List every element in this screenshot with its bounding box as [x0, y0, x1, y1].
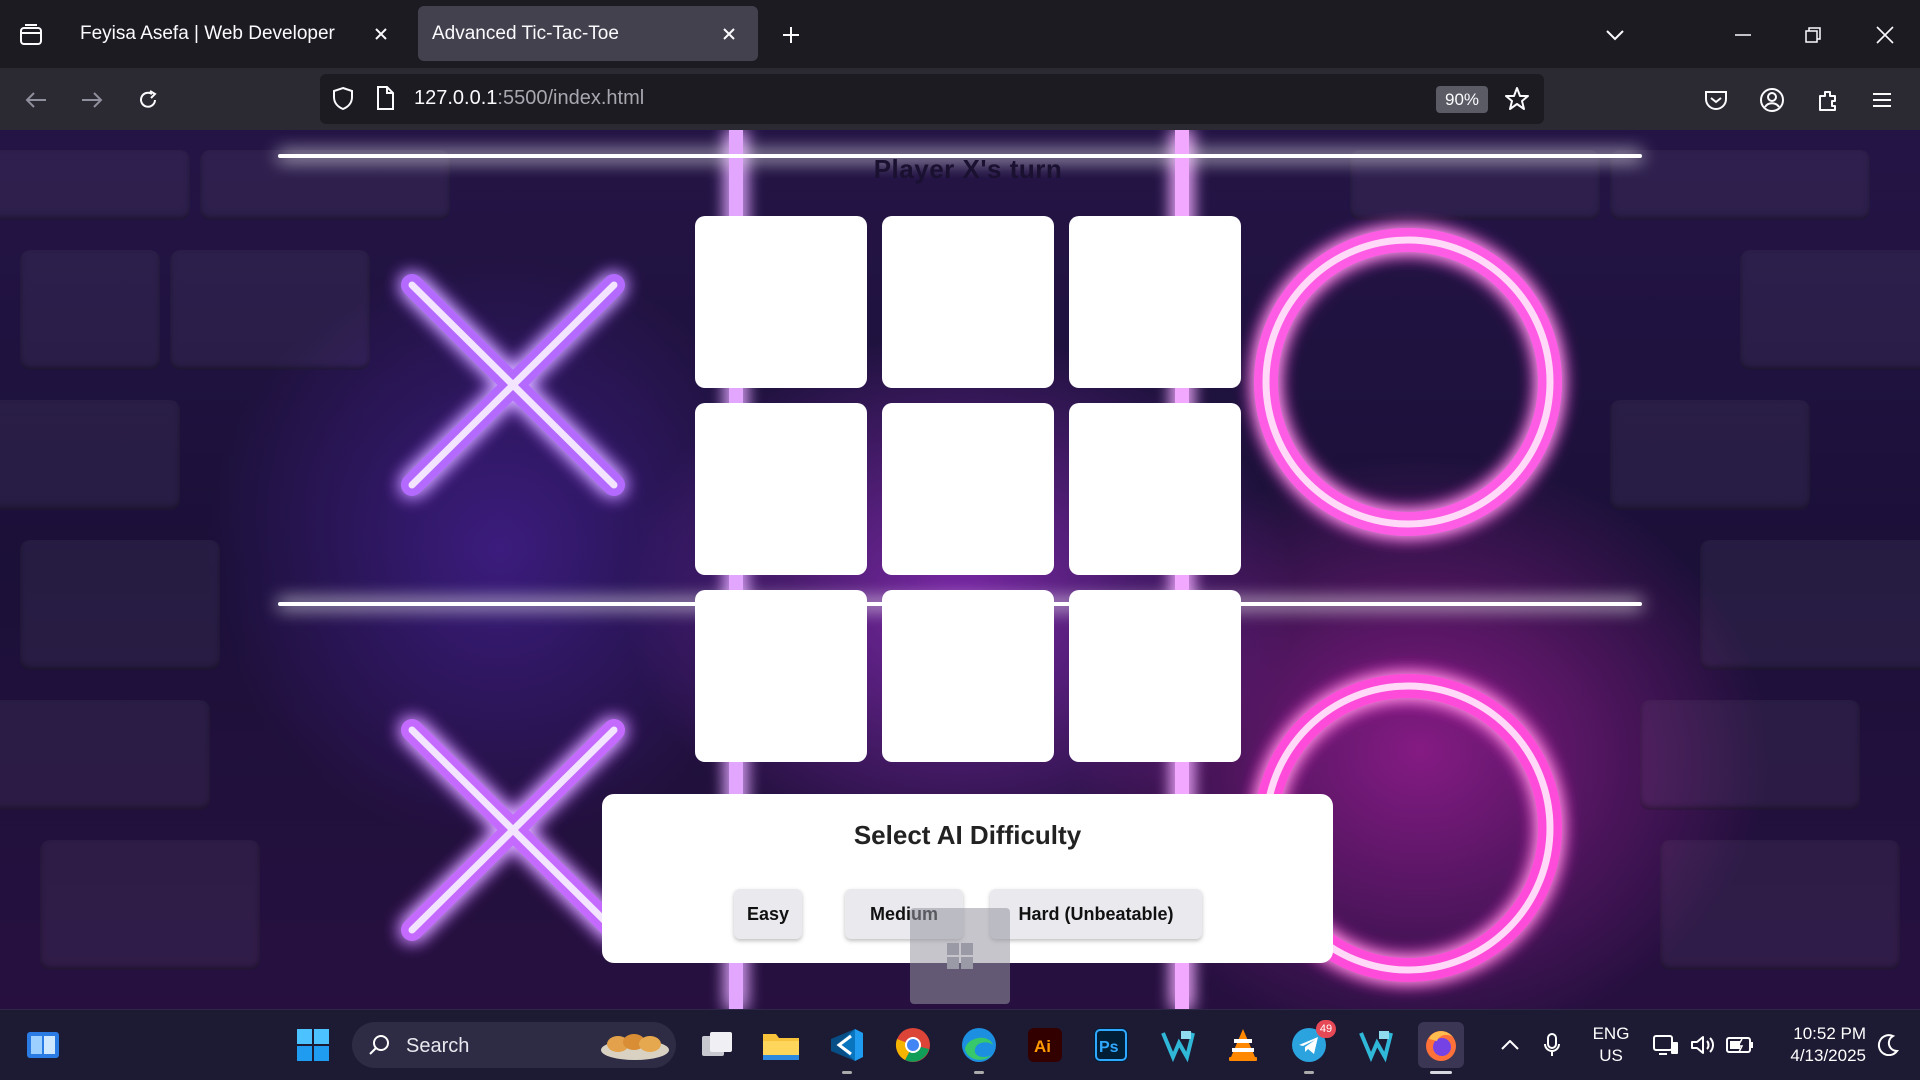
volume-icon[interactable]: [1684, 1022, 1720, 1068]
windows-icon: [947, 943, 973, 969]
browser-tab-bar: Feyisa Asefa | Web Developer Advanced Ti…: [0, 0, 1920, 68]
chrome-icon[interactable]: [890, 1022, 936, 1068]
focus-moon-icon[interactable]: [1868, 1022, 1908, 1068]
svg-text:Ps: Ps: [1099, 1039, 1119, 1056]
running-indicator: [974, 1071, 984, 1074]
board-cell[interactable]: [695, 216, 867, 388]
running-indicator: [842, 1071, 852, 1074]
new-tab-button[interactable]: [776, 20, 806, 50]
url-path: :5500/index.html: [497, 87, 645, 109]
snap-overlay: [910, 908, 1010, 1004]
tab-feyisa-asefa[interactable]: Feyisa Asefa | Web Developer: [66, 6, 410, 61]
tab-advanced-tic-tac-toe[interactable]: Advanced Tic-Tac-Toe: [418, 6, 758, 61]
svg-text:Ai: Ai: [1034, 1037, 1051, 1056]
tab-title: Feyisa Asefa | Web Developer: [80, 22, 335, 44]
tab-title: Advanced Tic-Tac-Toe: [432, 22, 619, 44]
illustrator-icon[interactable]: Ai: [1022, 1022, 1068, 1068]
close-window-icon[interactable]: [1868, 18, 1902, 52]
edge-icon[interactable]: [956, 1022, 1002, 1074]
taskbar-search[interactable]: Search: [352, 1022, 676, 1068]
minimize-icon[interactable]: [1726, 18, 1760, 52]
reload-icon[interactable]: [130, 82, 166, 118]
board-cell[interactable]: [1069, 403, 1241, 575]
game-page: Player X's turn Select AI Difficulty Eas…: [0, 130, 1920, 1009]
language-code: ENG: [1592, 1024, 1630, 1043]
telegram-icon[interactable]: 49: [1286, 1020, 1336, 1074]
account-icon[interactable]: [1754, 82, 1790, 118]
board-cell[interactable]: [1069, 590, 1241, 762]
running-indicator: [1304, 1071, 1314, 1074]
back-arrow-icon[interactable]: [18, 82, 54, 118]
clock-time: 10:52 PM: [1793, 1024, 1866, 1043]
board-cell[interactable]: [695, 403, 867, 575]
turn-status: Player X's turn: [873, 154, 1063, 184]
bookmark-star-icon[interactable]: [1504, 86, 1530, 117]
extensions-icon[interactable]: [1810, 82, 1846, 118]
address-bar[interactable]: 127.0.0.1:5500/index.html 90%: [320, 74, 1544, 124]
difficulty-heading: Select AI Difficulty: [853, 820, 1082, 850]
close-icon[interactable]: [370, 23, 392, 45]
start-windows-icon[interactable]: [290, 1022, 336, 1068]
active-indicator: [1430, 1071, 1452, 1074]
battery-icon[interactable]: [1720, 1022, 1760, 1068]
easy-button[interactable]: Easy: [734, 889, 802, 939]
photoshop-icon[interactable]: Ps: [1088, 1022, 1134, 1068]
firefox-icon[interactable]: [1418, 1022, 1464, 1074]
widgets-icon[interactable]: [20, 1022, 66, 1068]
show-hidden-icons-chevron[interactable]: [1490, 1022, 1530, 1068]
clock-date: 4/13/2025: [1790, 1046, 1866, 1065]
game-board: [695, 216, 1241, 762]
bread-search-highlight-icon: [598, 1028, 672, 1069]
hard-button[interactable]: Hard (Unbeatable): [990, 889, 1202, 939]
restore-icon[interactable]: [1796, 18, 1830, 52]
file-explorer-icon[interactable]: [758, 1022, 804, 1068]
menu-hamburger-icon[interactable]: [1864, 82, 1900, 118]
board-cell[interactable]: [695, 590, 867, 762]
board-cell[interactable]: [1069, 216, 1241, 388]
language-region: US: [1599, 1046, 1623, 1065]
pocket-icon[interactable]: [1698, 82, 1734, 118]
microphone-icon[interactable]: [1532, 1022, 1572, 1068]
zoom-level[interactable]: 90%: [1436, 86, 1489, 113]
forward-arrow-icon[interactable]: [74, 82, 110, 118]
url-host: 127.0.0.1: [414, 87, 498, 109]
browser-toolbar: 127.0.0.1:5500/index.html 90%: [0, 68, 1920, 130]
task-view-icon[interactable]: [694, 1022, 740, 1068]
notification-badge: 49: [1316, 1020, 1336, 1038]
page-icon[interactable]: [376, 86, 394, 115]
windows-taskbar: Search Ai Ps 49 ENG US 10:52 PM 4/13/202…: [0, 1009, 1920, 1080]
close-icon[interactable]: [718, 23, 740, 45]
clock[interactable]: 10:52 PM 4/13/2025: [1766, 1023, 1866, 1067]
list-all-tabs-icon[interactable]: [1598, 18, 1632, 52]
input-language[interactable]: ENG US: [1580, 1023, 1642, 1067]
url-text: 127.0.0.1:5500/index.html: [414, 87, 644, 110]
vscode-icon[interactable]: [824, 1022, 870, 1074]
board-cell[interactable]: [882, 216, 1054, 388]
firefox-view-icon[interactable]: [14, 20, 48, 50]
vs-app-secondary-icon[interactable]: [1352, 1022, 1398, 1068]
vs-app-icon[interactable]: [1154, 1022, 1200, 1068]
network-icon[interactable]: [1648, 1022, 1684, 1068]
shield-icon[interactable]: [332, 86, 354, 115]
board-cell[interactable]: [882, 403, 1054, 575]
vlc-icon[interactable]: [1220, 1022, 1266, 1068]
board-cell[interactable]: [882, 590, 1054, 762]
search-icon: [368, 1033, 392, 1062]
search-label: Search: [406, 1035, 470, 1057]
